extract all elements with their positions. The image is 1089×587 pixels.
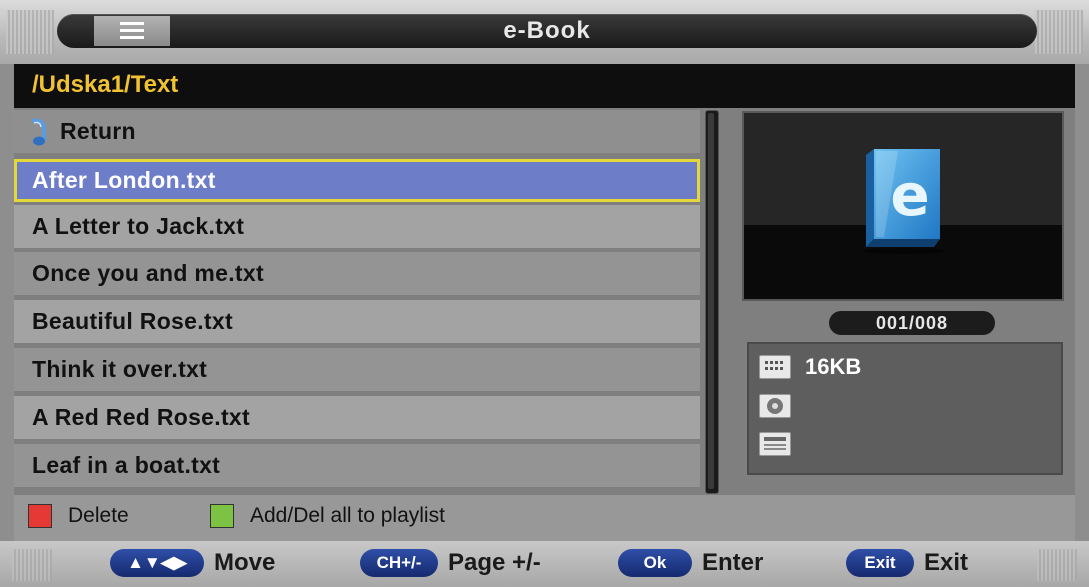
file-list: Return After London.txt A Letter to Jack…: [14, 108, 700, 494]
playlist-legend[interactable]: Add/Del all to playlist: [210, 504, 445, 528]
music-note-icon: [28, 117, 54, 147]
legend-label: Delete: [68, 504, 129, 527]
file-item[interactable]: A Letter to Jack.txt: [14, 205, 700, 248]
exit-button[interactable]: Exit: [846, 549, 914, 577]
calendar-icon: [759, 432, 791, 456]
file-info-panel: 16KB: [747, 342, 1063, 475]
file-name: Once you and me.txt: [32, 260, 264, 286]
move-hint[interactable]: ▲▼◀▶ Move: [110, 549, 275, 577]
footer-grille-right: [1037, 549, 1077, 581]
file-item[interactable]: After London.txt: [14, 159, 700, 202]
file-item[interactable]: Beautiful Rose.txt: [14, 300, 700, 343]
file-name: Think it over.txt: [32, 356, 208, 382]
ebook-icon: e: [864, 149, 944, 254]
green-key-icon: [210, 504, 234, 528]
ebook-screen: e-Book /Udska1/Text Return After London.…: [0, 0, 1089, 587]
file-name: After London.txt: [32, 167, 216, 193]
disc-icon: [759, 394, 791, 418]
ok-button[interactable]: Ok: [618, 549, 692, 577]
exit-hint[interactable]: Exit Exit: [846, 549, 968, 577]
return-item[interactable]: Return: [14, 110, 700, 153]
key-hint-bar: ▲▼◀▶ Move CH+/- Page +/- Ok Enter Exit E…: [0, 541, 1089, 587]
file-name: Beautiful Rose.txt: [32, 308, 233, 334]
file-item[interactable]: Think it over.txt: [14, 348, 700, 391]
hint-label: Exit: [924, 549, 969, 576]
speaker-grille-left: [6, 10, 54, 54]
file-item[interactable]: Once you and me.txt: [14, 252, 700, 295]
disc-row: [759, 394, 791, 418]
scrollbar[interactable]: [705, 110, 719, 494]
speaker-grille-right: [1035, 10, 1083, 54]
hint-label: Page +/-: [448, 549, 541, 576]
date-row: [759, 432, 791, 456]
preview-pane: e: [742, 111, 1064, 301]
red-key-icon: [28, 504, 52, 528]
channel-button[interactable]: CH+/-: [360, 549, 438, 577]
current-path: /Udska1/Text: [32, 71, 179, 98]
page-hint[interactable]: CH+/- Page +/-: [360, 549, 541, 577]
file-item[interactable]: Leaf in a boat.txt: [14, 444, 700, 487]
enter-hint[interactable]: Ok Enter: [618, 549, 763, 577]
hint-label: Move: [214, 549, 276, 576]
svg-text:e: e: [890, 161, 929, 229]
file-name: Leaf in a boat.txt: [32, 452, 221, 478]
legend-label: Add/Del all to playlist: [250, 504, 445, 527]
file-name: A Red Red Rose.txt: [32, 404, 250, 430]
page-title: e-Book: [503, 17, 591, 44]
size-icon: [759, 355, 791, 379]
file-name: A Letter to Jack.txt: [32, 213, 245, 239]
file-size: 16KB: [805, 354, 862, 379]
hint-label: Enter: [702, 549, 764, 576]
arrow-keys-button[interactable]: ▲▼◀▶: [110, 549, 204, 577]
file-counter: 001/008: [829, 311, 995, 335]
main-panel: Return After London.txt A Letter to Jack…: [14, 108, 1075, 495]
delete-legend[interactable]: Delete: [28, 504, 129, 528]
footer-grille-left: [12, 549, 52, 581]
file-item[interactable]: A Red Red Rose.txt: [14, 396, 700, 439]
size-row: 16KB: [759, 354, 861, 380]
title-bar: e-Book: [0, 0, 1089, 64]
path-bar: /Udska1/Text: [14, 64, 1075, 108]
color-key-legend: Delete Add/Del all to playlist: [14, 495, 1075, 541]
return-label: Return: [60, 118, 136, 144]
scrollbar-thumb[interactable]: [708, 113, 714, 489]
